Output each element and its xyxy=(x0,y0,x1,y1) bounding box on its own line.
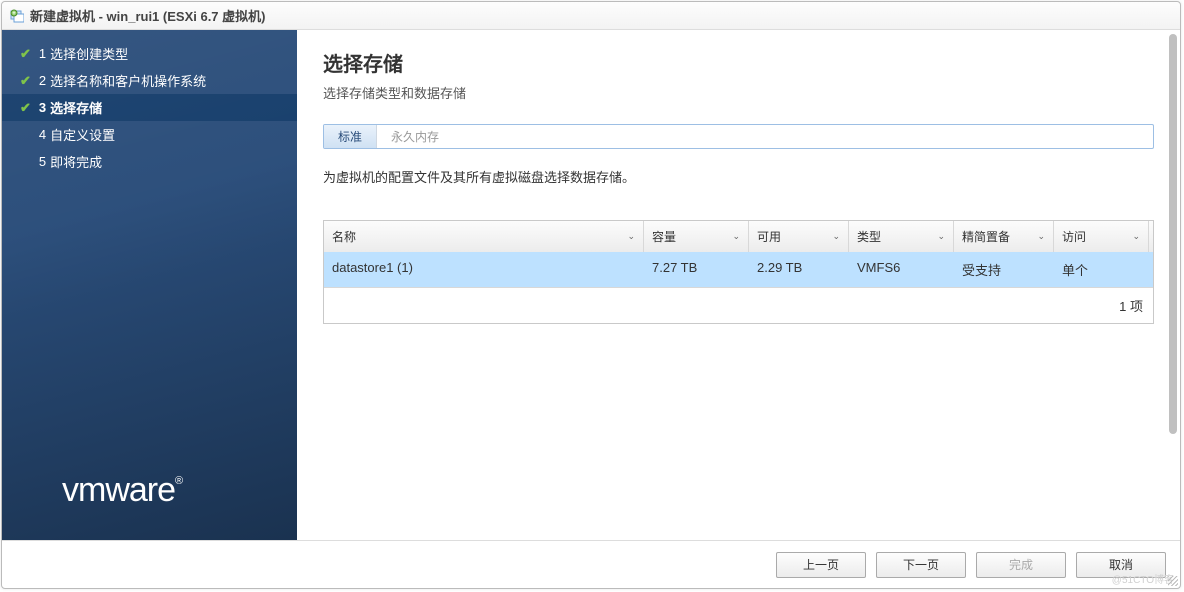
col-thin[interactable]: 精简置备⌄ xyxy=(954,221,1054,252)
datastore-table: 名称⌄ 容量⌄ 可用⌄ 类型⌄ 精简置备⌄ 访问⌄ datastore1 (1)… xyxy=(323,220,1154,324)
step-number: 3 xyxy=(39,100,46,115)
step-customize[interactable]: ✔ 4 自定义设置 xyxy=(2,121,297,148)
col-free[interactable]: 可用⌄ xyxy=(749,221,849,252)
wizard-steps: ✔ 1 选择创建类型 ✔ 2 选择名称和客户机操作系统 ✔ 3 选择存储 ✔ 4 xyxy=(2,40,297,471)
step-number: 5 xyxy=(39,154,46,169)
tab-pmem[interactable]: 永久内存 xyxy=(376,125,453,148)
step-number: 2 xyxy=(39,73,46,88)
cell-type: VMFS6 xyxy=(849,252,954,287)
table-header: 名称⌄ 容量⌄ 可用⌄ 类型⌄ 精简置备⌄ 访问⌄ xyxy=(324,221,1153,252)
finish-button: 完成 xyxy=(976,552,1066,578)
registered-mark: ® xyxy=(175,475,182,487)
step-label: 选择创建类型 xyxy=(50,44,128,63)
vmware-logo: vmware® xyxy=(2,471,297,520)
col-type[interactable]: 类型⌄ xyxy=(849,221,954,252)
wizard-sidebar: ✔ 1 选择创建类型 ✔ 2 选择名称和客户机操作系统 ✔ 3 选择存储 ✔ 4 xyxy=(2,30,297,540)
main-panel: 选择存储 选择存储类型和数据存储 标准 永久内存 为虚拟机的配置文件及其所有虚拟… xyxy=(297,30,1180,540)
scrollbar[interactable] xyxy=(1169,34,1177,434)
col-access[interactable]: 访问⌄ xyxy=(1054,221,1149,252)
chevron-down-icon: ⌄ xyxy=(832,231,840,242)
page-title: 选择存储 xyxy=(323,48,1154,77)
step-number: 1 xyxy=(39,46,46,61)
step-label: 选择存储 xyxy=(50,98,102,117)
dialog-body: ✔ 1 选择创建类型 ✔ 2 选择名称和客户机操作系统 ✔ 3 选择存储 ✔ 4 xyxy=(2,30,1180,540)
cell-free: 2.29 TB xyxy=(749,252,849,287)
dialog-buttons: 上一页 下一页 完成 取消 xyxy=(2,540,1180,588)
chevron-down-icon: ⌄ xyxy=(1037,231,1045,242)
chevron-down-icon: ⌄ xyxy=(732,231,740,242)
col-capacity[interactable]: 容量⌄ xyxy=(644,221,749,252)
dialog-title: 新建虚拟机 - win_rui1 (ESXi 6.7 虚拟机) xyxy=(30,6,265,25)
svg-text:+: + xyxy=(12,11,16,17)
step-ready[interactable]: ✔ 5 即将完成 xyxy=(2,148,297,175)
table-row[interactable]: datastore1 (1) 7.27 TB 2.29 TB VMFS6 受支持… xyxy=(324,252,1153,287)
table-footer: 1 项 xyxy=(324,287,1153,323)
step-name-os[interactable]: ✔ 2 选择名称和客户机操作系统 xyxy=(2,67,297,94)
next-button[interactable]: 下一页 xyxy=(876,552,966,578)
vm-icon: + xyxy=(10,9,24,23)
chevron-down-icon: ⌄ xyxy=(627,231,635,242)
check-icon: ✔ xyxy=(20,73,31,89)
step-label: 即将完成 xyxy=(50,152,102,171)
step-create-type[interactable]: ✔ 1 选择创建类型 xyxy=(2,40,297,67)
chevron-down-icon: ⌄ xyxy=(1132,231,1140,242)
chevron-down-icon: ⌄ xyxy=(937,231,945,242)
back-button[interactable]: 上一页 xyxy=(776,552,866,578)
step-label: 自定义设置 xyxy=(50,125,115,144)
dialog-titlebar: + 新建虚拟机 - win_rui1 (ESXi 6.7 虚拟机) xyxy=(2,2,1180,30)
cell-name: datastore1 (1) xyxy=(324,252,644,287)
resize-grip-icon[interactable] xyxy=(1168,576,1178,586)
step-number: 4 xyxy=(39,127,46,142)
check-icon: ✔ xyxy=(20,46,31,62)
new-vm-dialog: + 新建虚拟机 - win_rui1 (ESXi 6.7 虚拟机) ✔ 1 选择… xyxy=(1,1,1181,589)
logo-text: vmware xyxy=(62,471,175,509)
cell-capacity: 7.27 TB xyxy=(644,252,749,287)
tab-standard[interactable]: 标准 xyxy=(324,125,376,148)
watermark: @51CTO博客 xyxy=(1112,571,1174,586)
cell-access: 单个 xyxy=(1054,252,1149,287)
step-label: 选择名称和客户机操作系统 xyxy=(50,71,206,90)
cell-thin: 受支持 xyxy=(954,252,1054,287)
col-name[interactable]: 名称⌄ xyxy=(324,221,644,252)
check-icon: ✔ xyxy=(20,100,31,116)
storage-type-tabs: 标准 永久内存 xyxy=(323,124,1154,149)
page-subtitle: 选择存储类型和数据存储 xyxy=(323,83,1154,102)
step-storage[interactable]: ✔ 3 选择存储 xyxy=(2,94,297,121)
description-text: 为虚拟机的配置文件及其所有虚拟磁盘选择数据存储。 xyxy=(323,167,1154,186)
